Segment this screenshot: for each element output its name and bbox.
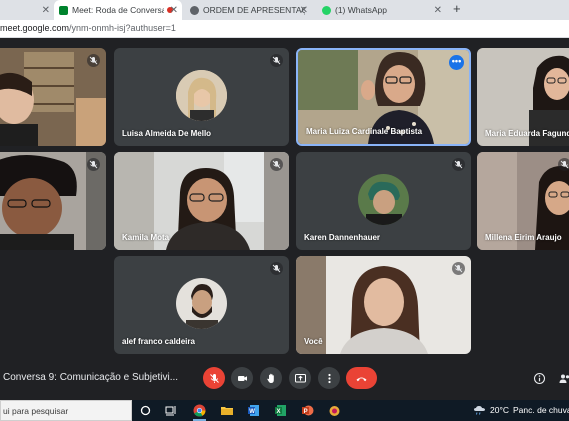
mic-off-icon: [87, 158, 100, 171]
participant-tile-kamila[interactable]: Kamila Mota: [114, 152, 289, 250]
tab-label: ORDEM DE APRESENTAÇÃO (1) -: [203, 5, 305, 15]
mic-off-icon: [87, 54, 100, 67]
taskbar-search-box[interactable]: ui para pesquisar: [0, 400, 132, 421]
svg-text:P: P: [304, 409, 308, 415]
mic-off-icon: [452, 262, 465, 275]
camera-icon: [237, 375, 247, 381]
leave-call-button[interactable]: [346, 367, 377, 389]
more-options-button[interactable]: [318, 367, 340, 389]
participant-name: Maria Eduarda Fagundes: [485, 129, 569, 138]
close-tab-icon[interactable]: ✕: [434, 5, 442, 16]
mic-off-icon: [209, 373, 219, 383]
participant-name: Karen Dannenhauer: [304, 233, 381, 242]
word-icon[interactable]: W: [246, 403, 261, 418]
weather-widget[interactable]: 20°C Panc. de chuva: [473, 405, 569, 415]
participant-name: Luisa Almeida De Mello: [122, 129, 212, 138]
participant-tile-maria-eduarda[interactable]: Maria Eduarda Fagundes: [477, 48, 569, 146]
url-text[interactable]: meet.google.com/ynm-onmh-isj?authuser=1: [0, 23, 176, 33]
tab-meet[interactable]: Meet: Roda de Conversa 9:... ✕: [54, 0, 182, 20]
tab-label: (1) WhatsApp: [335, 5, 387, 15]
more-vert-icon: [327, 373, 331, 383]
tab-label: Meet: Roda de Conversa 9:...: [72, 5, 164, 15]
mic-toggle-button[interactable]: [203, 367, 225, 389]
close-tab-icon[interactable]: ✕: [170, 5, 178, 16]
participant-tile-maria-luiza[interactable]: ••• Maria Luiza Cardinale Baptista: [296, 48, 471, 146]
weather-condition: Panc. de chuva: [513, 405, 569, 415]
tab-ordem[interactable]: ORDEM DE APRESENTAÇÃO (1) - ✕: [184, 0, 312, 20]
mic-off-icon: [452, 158, 465, 171]
camera-toggle-button[interactable]: [231, 367, 253, 389]
more-options-icon[interactable]: •••: [449, 55, 464, 70]
hang-up-icon: [356, 377, 367, 381]
cortana-icon[interactable]: [138, 403, 153, 418]
participant-name: Kamila Mota: [122, 233, 170, 242]
participant-name: alef franco caldeira: [122, 337, 195, 346]
powerpoint-icon[interactable]: P: [300, 403, 315, 418]
info-icon: [533, 372, 545, 384]
close-tab-icon[interactable]: ✕: [300, 5, 308, 16]
people-button[interactable]: [556, 370, 569, 386]
svg-text:X: X: [277, 409, 281, 415]
present-icon: [294, 373, 306, 382]
new-tab-button[interactable]: +: [453, 1, 461, 16]
meet-controls-bar: Conversa 9: Comunicação e Subjetivi...: [0, 360, 569, 400]
cloud-rain-icon: [474, 406, 485, 415]
tab-previous[interactable]: ✕: [0, 0, 54, 20]
participant-tile-alef[interactable]: alef franco caldeira: [114, 256, 289, 354]
participant-tile[interactable]: [0, 152, 106, 250]
mic-off-icon: [270, 158, 283, 171]
hand-icon: [266, 373, 274, 383]
meet-favicon-icon: [59, 5, 68, 15]
mic-off-icon: [270, 262, 283, 275]
globe-icon: [190, 5, 199, 15]
tab-whatsapp[interactable]: (1) WhatsApp ✕: [314, 0, 446, 20]
excel-icon[interactable]: X: [273, 403, 288, 418]
participant-tile[interactable]: [0, 48, 106, 146]
avatar: [176, 278, 227, 329]
raise-hand-button[interactable]: [260, 367, 282, 389]
participant-tile-luisa[interactable]: Luisa Almeida De Mello: [114, 48, 289, 146]
svg-text:W: W: [249, 409, 255, 415]
meeting-details-button[interactable]: [531, 370, 547, 386]
browser-tab-strip: ✕ Meet: Roda de Conversa 9:... ✕ ORDEM D…: [0, 0, 569, 20]
search-placeholder: ui para pesquisar: [3, 406, 69, 416]
meeting-title: Conversa 9: Comunicação e Subjetivi...: [3, 372, 179, 383]
meet-stage: Luisa Almeida De Mello ••• Maria Luiza C…: [0, 38, 569, 360]
present-screen-button[interactable]: [289, 367, 311, 389]
windows-taskbar: ui para pesquisar W X P 20°C Panc. de ch…: [0, 400, 569, 421]
avatar: [358, 174, 409, 225]
task-view-icon[interactable]: [163, 403, 178, 418]
chrome-icon[interactable]: [192, 403, 207, 421]
participant-tile-self[interactable]: Você: [296, 256, 471, 354]
file-explorer-icon[interactable]: [219, 403, 234, 418]
participant-name: Maria Luiza Cardinale Baptista: [306, 127, 423, 136]
app-icon[interactable]: [327, 403, 342, 418]
avatar: [176, 70, 227, 121]
weather-temperature: 20°C: [490, 405, 509, 415]
participant-tile-millena[interactable]: Millena Eirim Araujo: [477, 152, 569, 250]
whatsapp-icon: [322, 5, 331, 15]
mic-off-icon: [558, 158, 569, 171]
address-bar[interactable]: meet.google.com/ynm-onmh-isj?authuser=1: [0, 20, 569, 38]
people-icon: [559, 374, 569, 383]
participant-name: Você: [304, 337, 323, 346]
participant-tile-karen[interactable]: Karen Dannenhauer: [296, 152, 471, 250]
close-tab-icon[interactable]: ✕: [42, 5, 50, 16]
mic-off-icon: [270, 54, 283, 67]
participant-name: Millena Eirim Araujo: [485, 233, 562, 242]
